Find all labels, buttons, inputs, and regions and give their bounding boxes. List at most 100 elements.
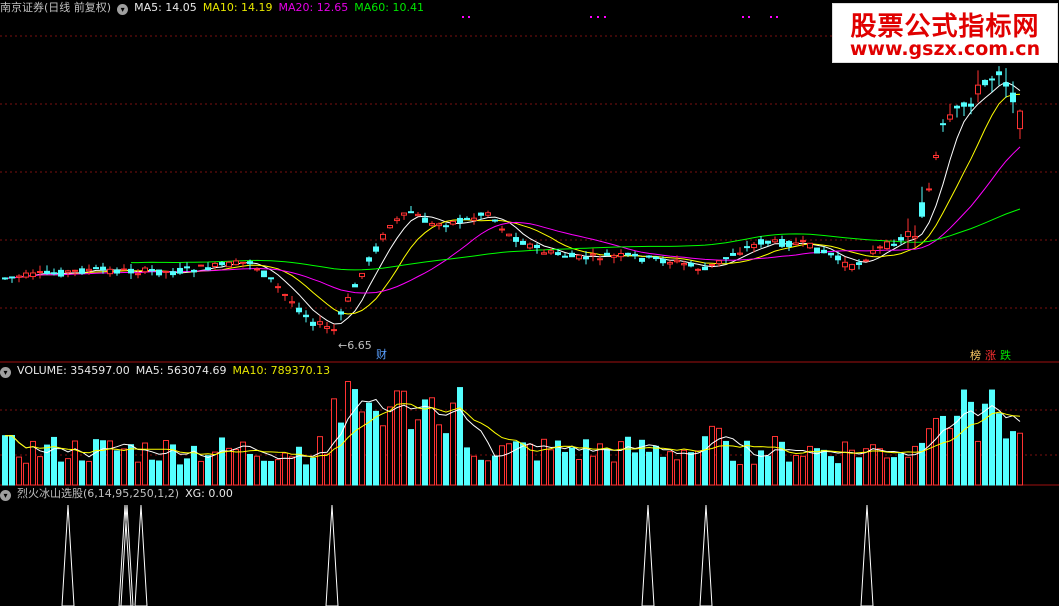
candle-body [695, 268, 701, 271]
volume-bar [947, 428, 953, 486]
candle-body [835, 255, 841, 261]
volume-bar [786, 461, 792, 486]
candle-body [93, 267, 99, 270]
candle-body [996, 71, 1002, 76]
candle-body [226, 261, 232, 268]
candle-body [2, 277, 8, 280]
volume-bar [989, 389, 995, 486]
candle-body [639, 257, 645, 262]
volume-bar [156, 460, 162, 486]
volume-bar [163, 440, 169, 486]
ma20-value: MA20: 12.65 [278, 1, 349, 14]
volume-bar [359, 411, 365, 486]
volume-bar [667, 451, 673, 486]
event-dot [468, 16, 470, 18]
volume-bar [611, 461, 617, 486]
candle-body [317, 321, 323, 325]
volume-bar [569, 447, 575, 486]
volume-bar [765, 455, 771, 486]
candle-body [401, 212, 407, 216]
ma10-value: MA10: 14.19 [202, 1, 273, 14]
candle-body [205, 267, 211, 271]
candle-body [436, 223, 442, 227]
candle-body [527, 243, 533, 249]
volume-bar [37, 456, 43, 486]
price-header: 南京证券(日线 前复权) ▾ MA5: 14.05 MA10: 14.19 MA20: … [0, 0, 430, 16]
candle-body [898, 237, 904, 241]
candle-body [590, 253, 596, 256]
candle-body [681, 263, 687, 266]
candle-body [303, 314, 309, 318]
candle-body [72, 269, 78, 272]
candle-body [443, 225, 449, 228]
event-dot [604, 16, 606, 18]
volume-bar [793, 454, 799, 486]
candle-body [457, 217, 463, 224]
candle-body [716, 260, 722, 265]
volume-bars [2, 381, 1023, 486]
volume-bar [688, 452, 694, 486]
chevron-down-icon[interactable]: ▾ [0, 367, 11, 378]
chevron-down-icon[interactable]: ▾ [117, 4, 129, 15]
volume-bar [254, 455, 260, 486]
volume-bar [1010, 431, 1016, 486]
volume-bar [93, 439, 99, 486]
volume-bar [471, 455, 477, 486]
candle-body [366, 257, 372, 262]
volume-bar [709, 425, 715, 486]
candle-body [471, 217, 477, 221]
volume-bar [961, 389, 967, 486]
volume-bar [723, 440, 729, 486]
candle-body [723, 257, 729, 260]
volume-bar [548, 449, 554, 486]
candle-body [37, 271, 43, 274]
volume-bar [387, 406, 393, 486]
volume-bar [436, 424, 442, 486]
candle-body [849, 264, 855, 270]
candle-body [884, 241, 890, 249]
chevron-down-icon[interactable]: ▾ [0, 490, 11, 501]
volume-bar [296, 446, 302, 486]
candle-body [450, 220, 456, 225]
candle-body [331, 329, 337, 332]
watermark-url: www.gszx.com.cn [849, 38, 1041, 60]
volume-bar [968, 401, 974, 486]
volume-bar [695, 450, 701, 486]
candle-body [324, 326, 330, 329]
volume-bar [233, 449, 239, 486]
candle-body [492, 219, 498, 222]
volume-bar [863, 448, 869, 486]
candle-body [394, 218, 400, 222]
moving-average-lines [4, 81, 1021, 325]
candle-body [737, 252, 743, 255]
stock-title[interactable]: 南京证券(日线 前复权) [0, 1, 111, 14]
volume-bar [737, 464, 743, 486]
event-dot [748, 16, 750, 18]
volume-bar [352, 389, 358, 486]
candle-body [464, 217, 470, 220]
candle-body [359, 272, 365, 278]
volume-bar [380, 425, 386, 486]
candle-body [912, 235, 918, 239]
candle-body [940, 123, 946, 126]
event-marker: 涨 [985, 349, 996, 362]
candle-body [380, 233, 386, 240]
volume-bar [856, 457, 862, 486]
ma5-line [4, 81, 1021, 325]
signal-spikes [61, 504, 874, 606]
candle-body [289, 301, 295, 304]
volume-bar [373, 410, 379, 486]
candle-body [667, 261, 673, 265]
candle-body [933, 155, 939, 158]
volume-bar [205, 455, 211, 486]
volume-bar [429, 397, 435, 486]
volume-bar [338, 422, 344, 486]
volume-bar [247, 453, 253, 486]
volume-bar [800, 455, 806, 486]
candle-body [576, 254, 582, 260]
candle-body [870, 250, 876, 254]
volume-bar [618, 441, 624, 486]
event-dot [597, 16, 599, 18]
volume-bar [219, 437, 225, 486]
candle-body [891, 243, 897, 246]
